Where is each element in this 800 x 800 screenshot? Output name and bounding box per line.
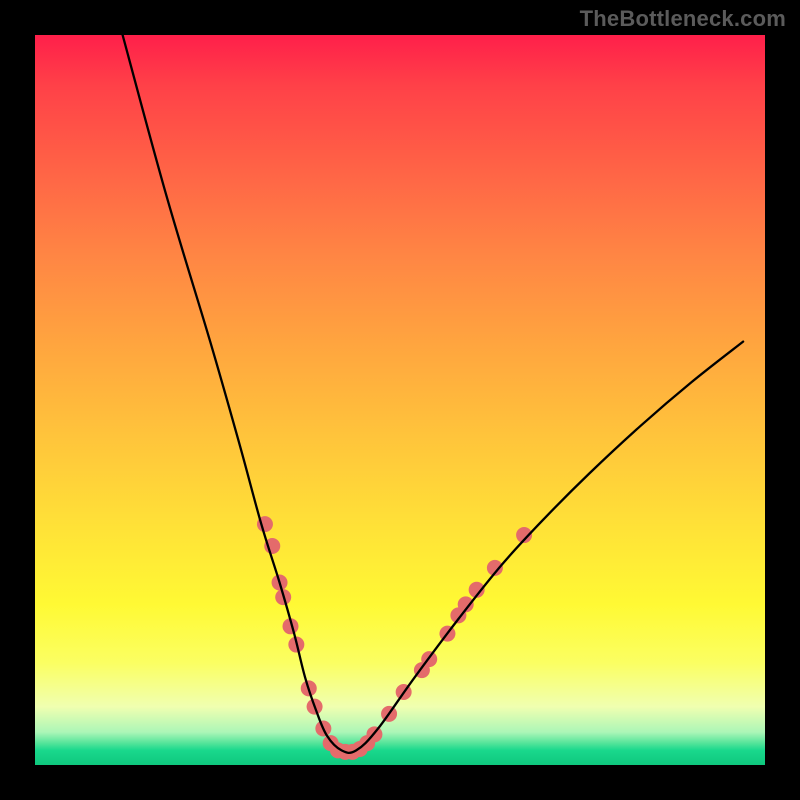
watermark-text: TheBottleneck.com [580,6,786,32]
bottleneck-curve [123,35,744,753]
curve-layer [35,35,765,765]
plot-area [35,35,765,765]
curve-svg [35,35,765,765]
marker-group [257,516,532,760]
chart-frame: TheBottleneck.com [0,0,800,800]
